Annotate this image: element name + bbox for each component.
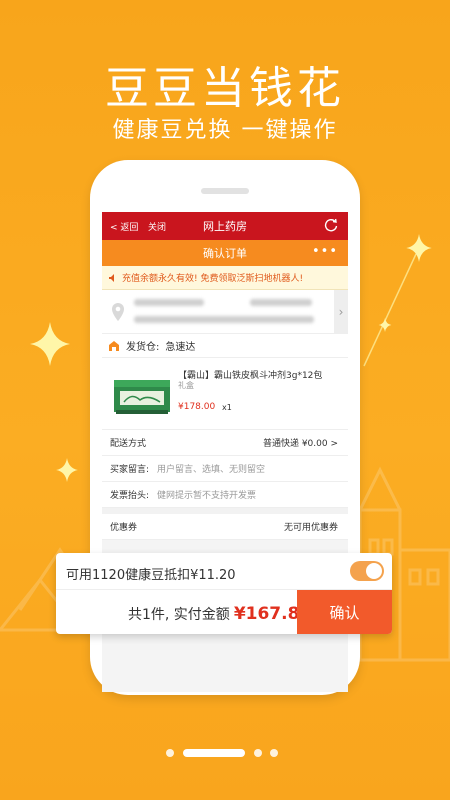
hero-title: 豆豆当钱花 (105, 63, 345, 114)
product-price: ¥178.00 (178, 402, 216, 412)
points-deduction-text: 可用1120健康豆抵扣¥11.20 (66, 568, 236, 583)
redacted-phone (250, 299, 312, 306)
app-top-bar: < 返回 关闭 网上药房 (102, 212, 348, 240)
delivery-method-row[interactable]: 配送方式 普通快递 ¥0.00 > (102, 430, 348, 456)
order-summary: 共1件, 实付金额 ¥167.80 (128, 604, 311, 624)
sparkle-star-icon (30, 322, 70, 366)
buyer-message-label: 买家留言: (110, 465, 150, 475)
coupon-row[interactable]: 优惠券 无可用优惠券 (102, 514, 348, 540)
invoice-input[interactable]: 健网提示暂不支持开发票 (157, 488, 256, 501)
product-name: 【霸山】霸山铁皮枫斗冲剂3g*12包 (178, 371, 323, 381)
order-header-bar: 确认订单 ••• (102, 240, 348, 266)
back-button[interactable]: < 返回 (110, 220, 138, 233)
redacted-name (134, 299, 204, 306)
page-dot[interactable] (254, 749, 262, 757)
product-image (114, 380, 170, 414)
delivery-value: 普通快递 ¥0.00 > (262, 439, 338, 449)
ship-from-row: 发货仓: 急速达 (102, 334, 348, 358)
toggle-knob (366, 563, 382, 579)
address-selector[interactable]: › (102, 290, 348, 334)
ship-from-label: 发货仓: (126, 342, 160, 353)
hero-subtitle: 健康豆兑换 一键操作 (112, 118, 338, 143)
notice-text: 充值余额永久有效! 免费领取泛斯扫地机器人! (122, 274, 304, 284)
promo-notice[interactable]: 充值余额永久有效! 免费领取泛斯扫地机器人! (102, 266, 348, 290)
points-deduction-toggle[interactable] (350, 561, 384, 581)
more-menu-button[interactable]: ••• (312, 244, 338, 259)
delivery-label: 配送方式 (110, 439, 147, 449)
phone-speaker (201, 188, 249, 194)
product-spec: 礼盒 (178, 381, 194, 390)
checkout-panel: 可用1120健康豆抵扣¥11.20 共1件, 实付金额 ¥167.80 确认 (56, 553, 392, 634)
page-indicator (0, 748, 450, 758)
page-title: 确认订单 (203, 247, 247, 260)
page-dot[interactable] (270, 749, 278, 757)
warehouse-icon (109, 340, 119, 351)
ship-from-value: 急速达 (165, 342, 196, 353)
sparkle-star-icon (56, 458, 78, 482)
buyer-message-input[interactable]: 用户留言、选填、无则留空 (157, 462, 265, 475)
product-quantity: x1 (222, 403, 232, 412)
coupon-value: 无可用优惠券 (283, 523, 338, 533)
refresh-icon[interactable] (324, 218, 338, 232)
buyer-message-row: 买家留言: 用户留言、选填、无则留空 (102, 456, 348, 482)
page-dot[interactable] (166, 749, 174, 757)
redacted-address (134, 316, 314, 323)
close-button[interactable]: 关闭 (148, 220, 166, 233)
chevron-right-icon: › (334, 290, 348, 334)
notice-icon (109, 273, 114, 282)
invoice-row: 发票抬头: 健网提示暂不支持开发票 (102, 482, 348, 508)
invoice-label: 发票抬头: (110, 491, 150, 501)
confirm-button[interactable]: 确认 (297, 590, 392, 634)
product-item[interactable]: 【霸山】霸山铁皮枫斗冲剂3g*12包 礼盒 ¥178.00 x1 (102, 358, 348, 430)
app-title: 网上药房 (203, 220, 247, 233)
location-pin-icon (112, 303, 124, 321)
summary-text: 共1件, 实付金额 (128, 607, 230, 623)
page-dot-active[interactable] (183, 749, 245, 757)
coupon-label: 优惠券 (110, 523, 138, 533)
sparkle-trail-decoration (363, 253, 417, 367)
